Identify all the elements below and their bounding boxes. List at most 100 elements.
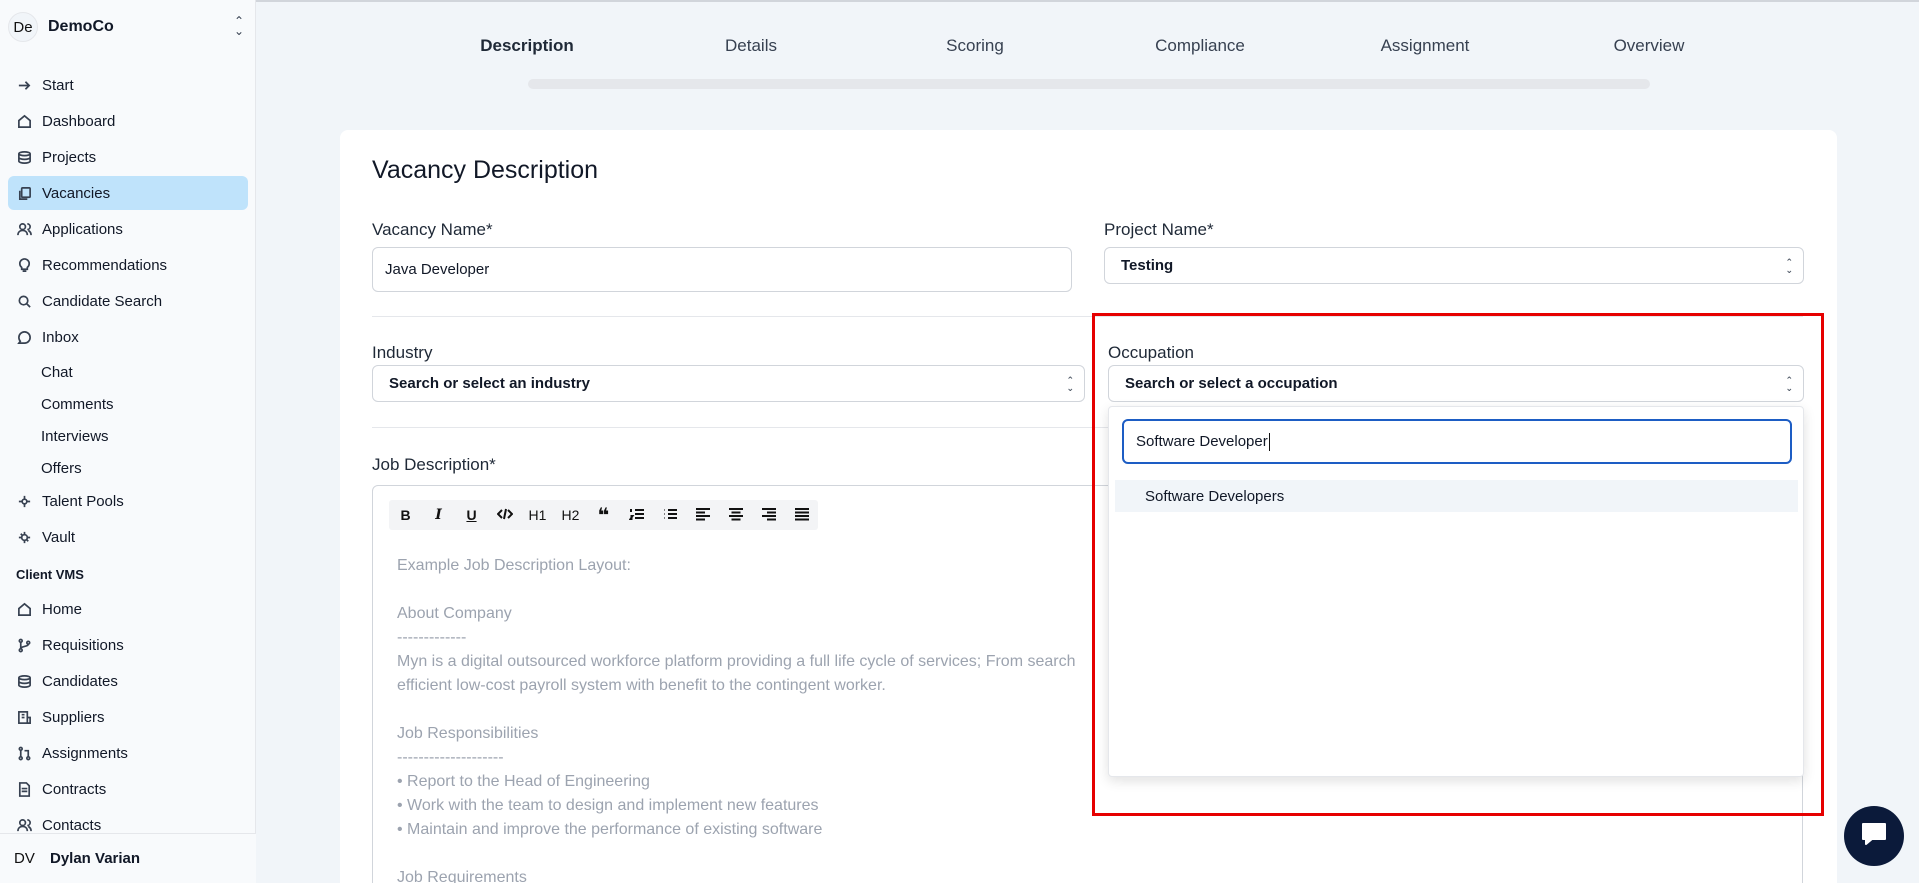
sidebar-item-vault[interactable]: Vault bbox=[8, 520, 248, 554]
sidebar-item-label: Candidates bbox=[42, 672, 118, 690]
bullet-list-icon bbox=[662, 506, 678, 525]
sidebar-subitem-chat[interactable]: Chat bbox=[8, 356, 248, 388]
sidebar-item-label: Vacancies bbox=[42, 184, 111, 202]
message-circle-icon bbox=[16, 329, 32, 345]
users-icon bbox=[16, 817, 32, 833]
sidebar-subitem-comments[interactable]: Comments bbox=[8, 388, 248, 420]
sidebar-item-recommendations[interactable]: Recommendations bbox=[8, 248, 248, 282]
step-overview[interactable]: Overview bbox=[1614, 36, 1685, 56]
vacancy-name-input[interactable]: Java Developer bbox=[372, 247, 1072, 292]
page-title: Vacancy Description bbox=[372, 156, 599, 184]
step-progress-bar bbox=[528, 79, 1650, 89]
editor-toolbar: B I U H1 H2 ❝ bbox=[389, 500, 818, 530]
search-icon bbox=[16, 293, 32, 309]
sidebar-item-suppliers[interactable]: Suppliers bbox=[8, 700, 248, 734]
ordered-list-icon bbox=[628, 506, 645, 525]
vault-icon bbox=[16, 529, 32, 545]
sidebar-item-label: Talent Pools bbox=[42, 492, 124, 510]
italic-icon: I bbox=[435, 507, 442, 523]
sidebar-item-applications[interactable]: Applications bbox=[8, 212, 248, 246]
chevron-up-down-icon: ⌃ ⌄ bbox=[1066, 375, 1074, 393]
org-avatar: De bbox=[8, 12, 38, 42]
heading2-label: H2 bbox=[561, 507, 580, 523]
sidebar-item-label: Contracts bbox=[42, 780, 107, 798]
job-description-placeholder: Example Job Description Layout: About Co… bbox=[397, 557, 1076, 883]
sidebar-item-inbox[interactable]: Inbox bbox=[8, 320, 248, 354]
align-center-icon bbox=[728, 506, 744, 525]
git-branch-icon bbox=[16, 637, 32, 653]
sidebar-item-start[interactable]: Start bbox=[8, 68, 248, 102]
sidebar-item-home[interactable]: Home bbox=[8, 592, 248, 626]
chevron-up-down-icon: ⌃ ⌄ bbox=[1785, 257, 1793, 275]
divider bbox=[372, 427, 1108, 428]
step-description[interactable]: Description bbox=[480, 36, 574, 56]
sidebar-item-label: Inbox bbox=[42, 328, 79, 346]
sidebar-item-contracts[interactable]: Contracts bbox=[8, 772, 248, 806]
step-compliance[interactable]: Compliance bbox=[1155, 36, 1245, 56]
underline-icon: U bbox=[466, 507, 477, 523]
sidebar-item-label: Suppliers bbox=[42, 708, 105, 726]
sidebar-item-dashboard[interactable]: Dashboard bbox=[8, 104, 248, 138]
copy-icon bbox=[16, 185, 32, 201]
git-pull-request-icon bbox=[16, 745, 32, 761]
sidebar-item-assignments[interactable]: Assignments bbox=[8, 736, 248, 770]
project-name-value: Testing bbox=[1121, 257, 1174, 274]
bold-button[interactable]: B bbox=[389, 500, 422, 530]
quote-icon: ❝ bbox=[597, 504, 610, 527]
sidebar-item-requisitions[interactable]: Requisitions bbox=[8, 628, 248, 662]
org-switcher[interactable]: De DemoCo ⌃ ⌄ bbox=[8, 10, 248, 44]
sidebar-item-label: Start bbox=[42, 76, 74, 94]
underline-button[interactable]: U bbox=[455, 500, 488, 530]
sidebar-subitem-offers[interactable]: Offers bbox=[8, 452, 248, 484]
align-right-icon bbox=[761, 506, 777, 525]
user-name: Dylan Varian bbox=[50, 850, 141, 867]
chevron-up-down-icon: ⌃ ⌄ bbox=[233, 14, 245, 38]
industry-placeholder: Search or select an industry bbox=[389, 375, 590, 392]
align-center-button[interactable] bbox=[719, 500, 752, 530]
project-name-select[interactable]: Testing ⌃ ⌄ bbox=[1104, 247, 1804, 284]
bullet-list-button[interactable] bbox=[653, 500, 686, 530]
sidebar-item-label: Applications bbox=[42, 220, 123, 238]
ordered-list-button[interactable] bbox=[620, 500, 653, 530]
sidebar-item-candidate-search[interactable]: Candidate Search bbox=[8, 284, 248, 318]
file-text-icon bbox=[16, 781, 32, 797]
heading1-button[interactable]: H1 bbox=[521, 500, 554, 530]
vacancy-name-label: Vacancy Name* bbox=[372, 220, 493, 239]
heading2-button[interactable]: H2 bbox=[554, 500, 587, 530]
sidebar-item-candidates[interactable]: Candidates bbox=[8, 664, 248, 698]
sidebar-group-client-vms: Client VMS bbox=[16, 566, 84, 582]
code-button[interactable] bbox=[488, 500, 521, 530]
users-icon bbox=[16, 221, 32, 237]
sidebar-item-talent-pools[interactable]: Talent Pools bbox=[8, 484, 248, 518]
industry-select[interactable]: Search or select an industry ⌃ ⌄ bbox=[372, 365, 1085, 402]
sidebar-item-vacancies[interactable]: Vacancies bbox=[8, 176, 248, 210]
sidebar-item-label: Candidate Search bbox=[42, 292, 163, 310]
building-icon bbox=[16, 709, 32, 725]
step-scoring[interactable]: Scoring bbox=[946, 36, 1004, 56]
chat-bubble-icon bbox=[1858, 818, 1890, 855]
job-description-label: Job Description* bbox=[372, 455, 496, 474]
arrow-right-icon bbox=[16, 77, 32, 93]
code-icon bbox=[496, 506, 513, 525]
align-justify-icon bbox=[794, 506, 810, 525]
lightbulb-icon bbox=[16, 257, 32, 273]
sidebar-subitem-interviews[interactable]: Interviews bbox=[8, 420, 248, 452]
project-name-label: Project Name* bbox=[1104, 220, 1214, 239]
home-icon bbox=[16, 113, 32, 129]
align-right-button[interactable] bbox=[752, 500, 785, 530]
step-assignment[interactable]: Assignment bbox=[1381, 36, 1470, 56]
sidebar-item-label: Assignments bbox=[42, 744, 128, 762]
align-left-icon bbox=[695, 506, 711, 525]
sidebar-item-label: Recommendations bbox=[42, 256, 168, 274]
sidebar-item-projects[interactable]: Projects bbox=[8, 140, 248, 174]
highlight-box bbox=[1092, 313, 1824, 816]
org-name: DemoCo bbox=[48, 18, 114, 35]
step-details[interactable]: Details bbox=[725, 36, 777, 56]
italic-button[interactable]: I bbox=[422, 500, 455, 530]
chat-launcher-button[interactable] bbox=[1844, 806, 1904, 866]
user-profile[interactable]: DV Dylan Varian bbox=[0, 833, 256, 883]
align-left-button[interactable] bbox=[686, 500, 719, 530]
align-justify-button[interactable] bbox=[785, 500, 818, 530]
bold-icon: B bbox=[400, 507, 411, 523]
blockquote-button[interactable]: ❝ bbox=[587, 500, 620, 530]
